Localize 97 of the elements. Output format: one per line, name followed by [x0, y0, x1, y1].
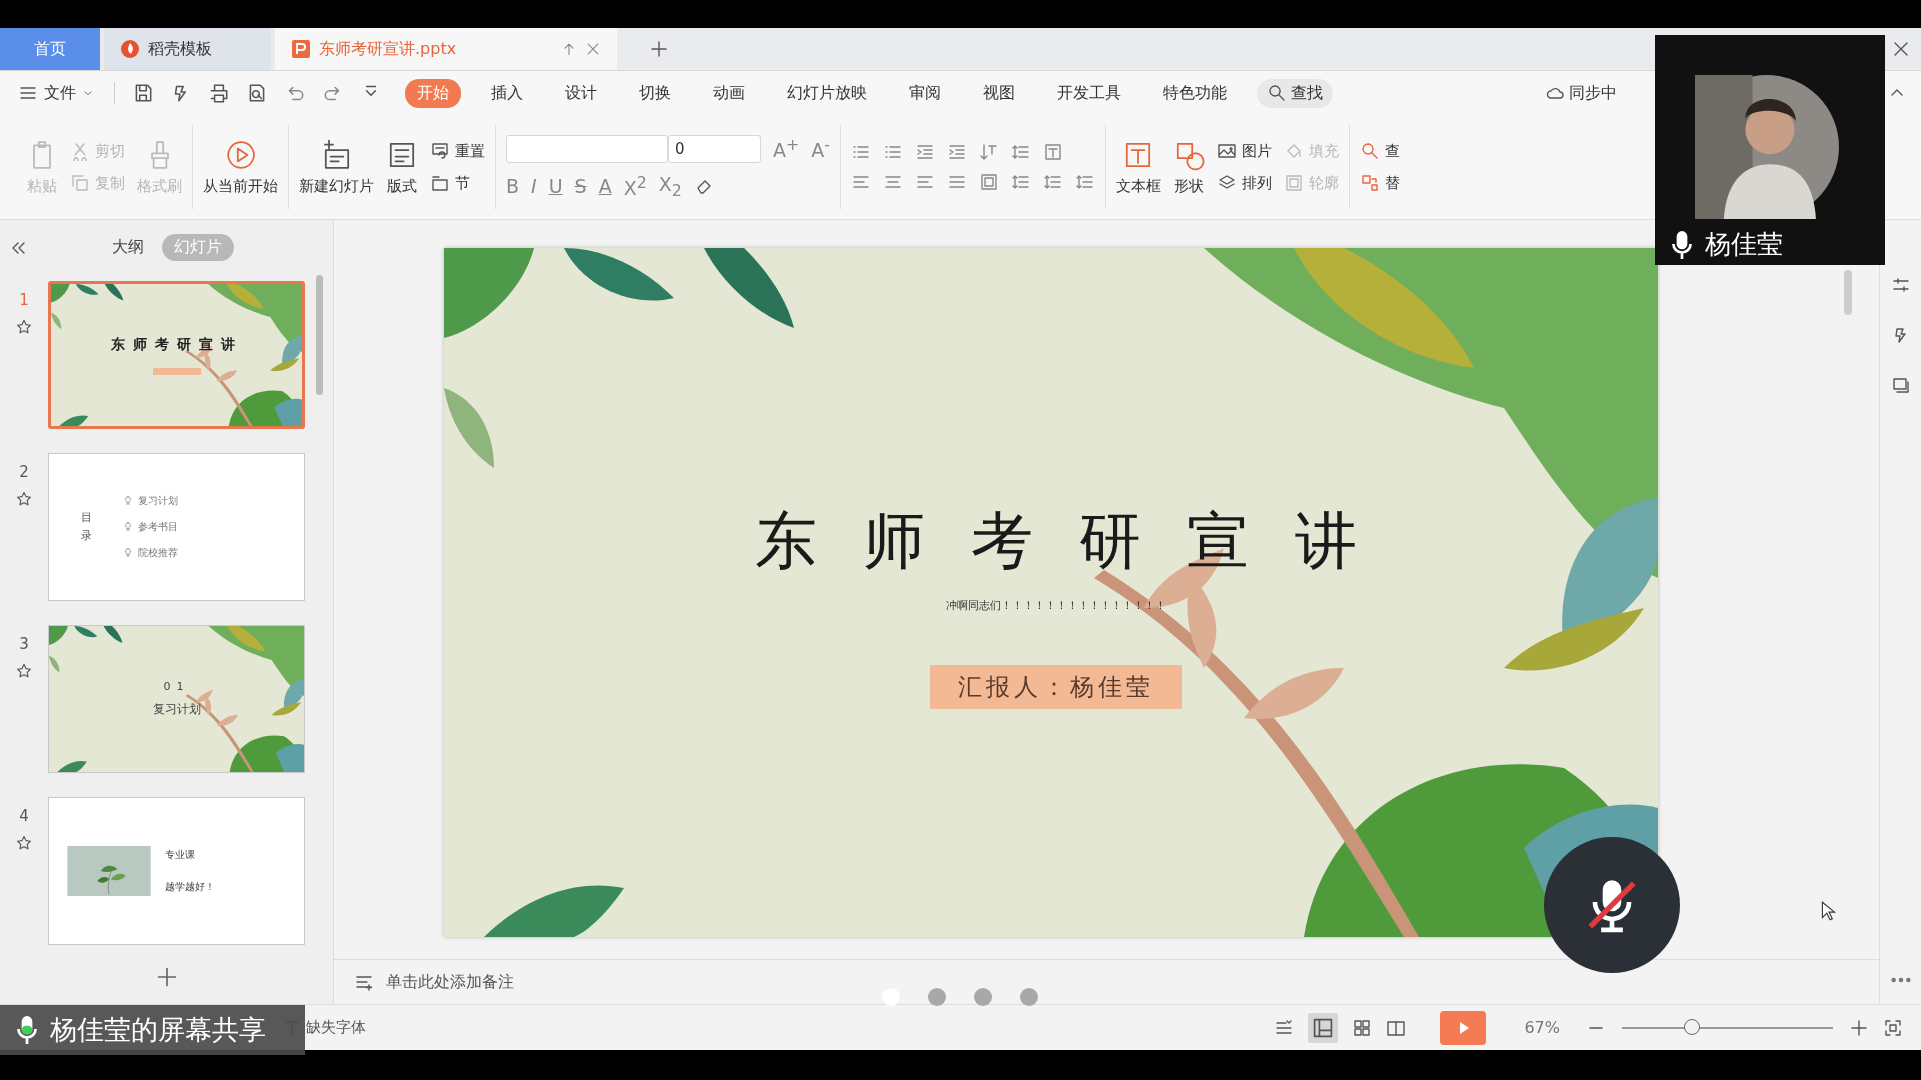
paragraph-icon[interactable]: [1011, 142, 1031, 162]
fit-window-icon[interactable]: [1883, 1017, 1903, 1038]
slide-number: 4: [19, 807, 29, 825]
slide-subtitle: 冲啊同志们！！！！！！！！！！！！！！！: [946, 598, 1166, 613]
slide-heading: 目录: [81, 510, 92, 544]
scissors-icon: [70, 141, 90, 161]
view-tab[interactable]: 大纲: [100, 234, 156, 261]
play-button[interactable]: [1440, 1010, 1487, 1045]
microphone-icon: [1671, 229, 1693, 260]
replace-icon: [1360, 173, 1380, 193]
file-menu[interactable]: 文件: [18, 82, 100, 104]
slides-icon[interactable]: [1890, 375, 1911, 395]
notes-field[interactable]: 单击此处添加备注: [384, 972, 788, 992]
ribbon-tab[interactable]: 设计: [553, 78, 609, 108]
ribbon-tab[interactable]: 审阅: [897, 78, 953, 108]
new-tab-icon[interactable]: [649, 39, 669, 59]
insert-button[interactable]: 形状: [1173, 138, 1205, 196]
search-icon: [1360, 141, 1380, 161]
ribbon-tab[interactable]: 动画: [701, 78, 757, 108]
font-size-field[interactable]: 0: [668, 134, 761, 163]
print-icon[interactable]: [208, 82, 230, 104]
slide-thumbnail[interactable]: 专业课 越学越好！: [48, 797, 305, 945]
star-icon[interactable]: [16, 491, 32, 507]
contents-item: 复习计划: [138, 494, 178, 508]
slide-title: 越学越好！: [165, 880, 215, 894]
paragraph-icon[interactable]: [947, 142, 967, 162]
ribbon-tab[interactable]: 切换: [627, 78, 683, 108]
lightbulb-icon: [122, 547, 134, 559]
presenter-label: 汇报人：杨佳莹: [930, 665, 1182, 709]
paragraph-icon[interactable]: [1043, 142, 1063, 162]
find-button[interactable]: 替: [1360, 173, 1400, 193]
section-button[interactable]: 节: [430, 173, 485, 193]
ribbon-tab[interactable]: 幻灯片放映: [775, 78, 879, 108]
layout-button[interactable]: 版式: [386, 138, 418, 196]
insert-button[interactable]: 图片: [1217, 141, 1272, 161]
scrollbar[interactable]: [1844, 270, 1852, 315]
document-tab[interactable]: 稻壳模板: [104, 28, 271, 70]
lightbulb-icon: [122, 521, 134, 533]
slide-canvas[interactable]: 东师考研宣讲 冲啊同志们！！！！！！！！！！！！！！！ 汇报人：杨佳莹: [444, 248, 1658, 937]
slide-thumbnail[interactable]: 东师考研宣讲: [48, 281, 305, 429]
alignment-icon[interactable]: [979, 172, 999, 192]
star-icon[interactable]: [16, 835, 32, 851]
outline-icon: [1284, 173, 1304, 193]
search-icon: [1267, 83, 1287, 103]
slider-thumb[interactable]: [1683, 1018, 1700, 1035]
copy-icon: [70, 173, 90, 193]
section-title: 复习计划: [152, 701, 201, 718]
presentation-file-icon: [291, 39, 311, 59]
paragraph-icon[interactable]: [979, 142, 999, 162]
ribbon-tab[interactable]: 特色功能: [1151, 78, 1239, 108]
alignment-icon[interactable]: [1043, 172, 1063, 192]
contents-item: 参考书目: [138, 520, 178, 534]
reset-icon: [430, 141, 450, 161]
start-from-current-button[interactable]: 从当前开始: [203, 138, 278, 196]
contents-item: 院校推荐: [138, 546, 178, 560]
close-icon[interactable]: [585, 41, 601, 57]
find-button[interactable]: 查: [1360, 141, 1400, 161]
font-name-field[interactable]: [506, 134, 668, 163]
lightbulb-icon: [122, 495, 134, 507]
search-button[interactable]: 查找: [1257, 78, 1333, 108]
slide-number: 2: [19, 463, 29, 481]
slide-thumbnail[interactable]: 目录 复习计划 参考书目 院校推荐: [48, 453, 305, 601]
insert-button[interactable]: 排列: [1217, 173, 1272, 193]
sync-status[interactable]: 同步中: [1545, 82, 1617, 104]
image-icon: [1217, 141, 1237, 161]
play-icon: [224, 138, 257, 171]
grid-view-icon[interactable]: [1352, 1017, 1373, 1038]
scrollbar[interactable]: [316, 275, 323, 395]
ribbon-tab[interactable]: 开发工具: [1045, 78, 1133, 108]
participant-name: 杨佳莹: [1705, 228, 1783, 261]
section-icon: [430, 173, 450, 193]
slide-thumbnail[interactable]: 01 复习计划: [48, 625, 305, 773]
zoom-level[interactable]: 67%: [1524, 1018, 1560, 1037]
paragraph-icon[interactable]: [915, 142, 935, 162]
insert-button[interactable]: 文本框: [1116, 138, 1161, 196]
slide-number: 1: [19, 291, 29, 309]
more-icon[interactable]: [1889, 976, 1912, 984]
file-label: 文件: [44, 82, 76, 104]
section-number: 01: [163, 680, 190, 693]
ribbon-tab[interactable]: 视图: [971, 78, 1027, 108]
alignment-icon[interactable]: [1011, 172, 1031, 192]
settings-sliders-icon[interactable]: [1890, 275, 1911, 295]
share-title: 杨佳莹的屏幕共享: [50, 1013, 266, 1047]
zoom-in-icon[interactable]: [1849, 1017, 1869, 1038]
ribbon-tab[interactable]: 插入: [479, 78, 535, 108]
new-slide-button[interactable]: 新建幻灯片: [299, 138, 374, 196]
star-icon[interactable]: [16, 663, 32, 679]
alignment-icon[interactable]: [1075, 172, 1095, 192]
slide-title: 东师考研宣讲: [110, 335, 243, 354]
slide-title: 东师考研宣讲: [755, 510, 1403, 572]
slide-caption: 专业课: [165, 848, 196, 862]
star-icon[interactable]: [16, 319, 32, 335]
microphone-icon: [16, 1015, 38, 1045]
normal-view-icon[interactable]: [1308, 1012, 1339, 1043]
reset-button[interactable]: 重置: [430, 141, 485, 161]
flame-icon: [120, 39, 140, 59]
slide-number: 3: [19, 635, 29, 653]
